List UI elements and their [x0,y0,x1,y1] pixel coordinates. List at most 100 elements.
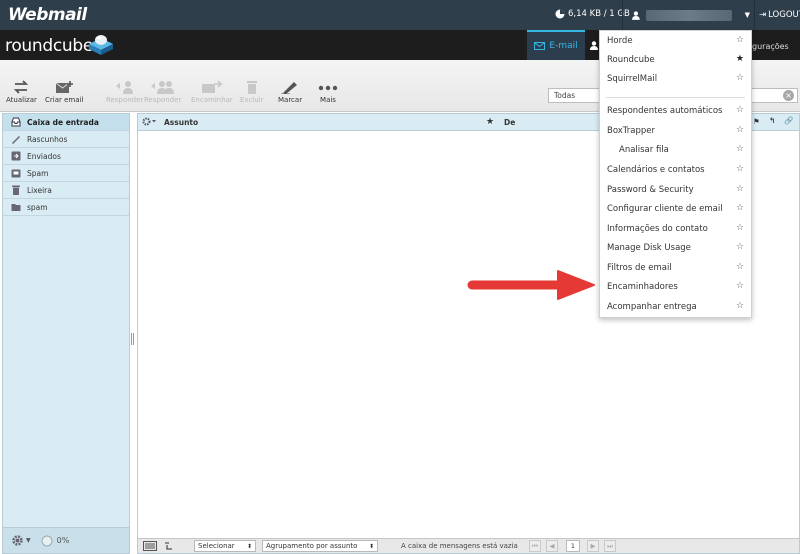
refresh-icon [14,80,29,94]
mailbox-status: A caixa de mensagens está vazia [401,542,518,550]
star-outline-icon[interactable]: ☆ [736,73,744,83]
user-menu-button[interactable]: ▼ [622,0,750,30]
folder-label: spam [27,202,48,212]
folder-spam[interactable]: Spam [3,165,129,182]
pie-chart-icon [555,9,565,19]
folder-label: Spam [27,168,49,178]
folder-list: Caixa de entrada Rascunhos Enviados Spam… [2,113,130,554]
menu-item-label: SquirrelMail [607,73,658,84]
menu-item-configure-client[interactable]: Configurar cliente de email ☆ [600,199,751,218]
gear-icon [12,535,23,546]
star-outline-icon[interactable]: ☆ [736,164,744,174]
column-status-flag-icon[interactable]: ⚑ [753,117,760,126]
menu-item-label: Respondentes automáticos [607,105,723,116]
more-button[interactable]: Mais [318,80,338,104]
forward-button[interactable]: Encaminhar [191,80,233,104]
menu-item-label: Configurar cliente de email [607,203,723,214]
folder-spam-custom[interactable]: spam [3,199,129,216]
menu-item-disk-usage[interactable]: Manage Disk Usage ☆ [600,238,751,257]
threads-icon[interactable] [164,541,176,551]
column-subject[interactable]: Assunto [164,118,198,127]
list-options-button[interactable] [142,117,158,128]
mark-icon [281,82,298,94]
star-outline-icon[interactable]: ☆ [736,301,744,311]
star-outline-icon[interactable]: ☆ [736,125,744,135]
quota-percent: 0% [56,536,70,545]
star-outline-icon[interactable]: ☆ [736,144,744,154]
compose-label: Criar email [45,96,84,104]
webmail-logo[interactable]: Webmail [8,5,87,25]
folder-inbox[interactable]: Caixa de entrada [3,114,129,131]
menu-item-label: Calendários e contatos [607,164,705,175]
folder-sent[interactable]: Enviados [3,148,129,165]
compose-icon [55,81,74,93]
select-dropdown[interactable]: Selecionar ⬍ [194,540,256,552]
page-number-input[interactable]: 1 [566,540,580,552]
next-page-button[interactable]: ▶ [587,540,599,552]
menu-item-track-delivery[interactable]: Acompanhar entrega ☆ [600,297,751,316]
menu-item-horde[interactable]: Horde ☆ [600,31,751,50]
menu-item-boxtrapper[interactable]: BoxTrapper ☆ [600,121,751,140]
menu-item-roundcube[interactable]: Roundcube ★ [600,50,751,69]
star-outline-icon[interactable]: ☆ [736,262,744,272]
delete-button[interactable]: Excluir [240,80,264,104]
quota-circle-icon [41,535,53,546]
last-page-button[interactable]: ⏭ [604,540,616,552]
compose-button[interactable]: Criar email [45,80,83,104]
column-replied-icon[interactable]: ↰ [769,116,775,125]
refresh-button[interactable]: Atualizar [6,80,37,104]
star-outline-icon[interactable]: ☆ [736,35,744,45]
reply-icon [115,81,133,94]
star-filled-icon[interactable]: ★ [736,54,744,64]
first-page-button[interactable]: ⏮ [529,540,541,552]
tab-email[interactable]: E-mail [527,30,585,60]
folder-settings-button[interactable]: ▼ [11,534,31,547]
threading-dropdown[interactable]: Agrupamento por assunto ⬍ [262,540,378,552]
star-outline-icon[interactable]: ☆ [736,242,744,252]
mark-button[interactable]: Marcar [278,80,302,104]
folder-drafts[interactable]: Rascunhos [3,131,129,148]
quota-indicator[interactable]: 6,14 KB / 1 GB [555,9,630,19]
more-label: Mais [320,96,336,104]
user-name-redacted [645,9,732,21]
menu-item-calendars-contacts[interactable]: Calendários e contatos ☆ [600,160,751,179]
column-attachment-icon[interactable]: 🔗 [784,116,793,125]
previous-page-button[interactable]: ◀ [546,540,558,552]
menu-item-forwarders[interactable]: Encaminhadores ☆ [600,277,751,296]
logout-icon: ⇥ [759,10,767,20]
tab-settings[interactable]: gurações [752,42,789,51]
roundcube-logo: roundcube [5,36,94,56]
star-outline-icon[interactable]: ☆ [736,184,744,194]
column-flag-star-icon[interactable]: ★ [486,117,494,127]
gear-icon [142,117,156,126]
menu-item-password-security[interactable]: Password & Security ☆ [600,180,751,199]
folder-label: Enviados [27,151,61,161]
menu-item-autoresponders[interactable]: Respondentes automáticos ☆ [600,101,751,120]
reply-all-label: Responder [144,96,182,104]
logout-button[interactable]: ⇥ LOGOUT [754,0,800,30]
more-icon [318,85,338,91]
folder-list-footer: ▼ 0% [3,527,129,553]
reply-button[interactable]: Responder [106,80,143,104]
list-view-icon[interactable] [143,541,157,551]
menu-item-label: Encaminhadores [607,281,678,292]
tab-email-label: E-mail [549,41,578,51]
menu-item-squirrelmail[interactable]: SquirrelMail ☆ [600,69,751,88]
star-outline-icon[interactable]: ☆ [736,281,744,291]
column-from[interactable]: De [504,118,515,127]
folder-label: Rascunhos [27,134,68,144]
menu-item-review-queue[interactable]: Analisar fila ☆ [600,140,751,159]
folder-label: Lixeira [27,185,52,195]
inbox-icon [11,117,21,127]
star-outline-icon[interactable]: ☆ [736,203,744,213]
reply-all-button[interactable]: Responder [144,80,181,104]
folder-trash[interactable]: Lixeira [3,182,129,199]
updown-arrows-icon: ⬍ [368,542,374,550]
panel-splitter[interactable] [131,333,134,345]
menu-item-email-filters[interactable]: Filtros de email ☆ [600,258,751,277]
trash-icon [12,185,20,195]
star-outline-icon[interactable]: ☆ [736,223,744,233]
search-clear-icon[interactable]: × [783,90,794,101]
menu-item-contact-info[interactable]: Informações do contato ☆ [600,219,751,238]
star-outline-icon[interactable]: ☆ [736,105,744,115]
